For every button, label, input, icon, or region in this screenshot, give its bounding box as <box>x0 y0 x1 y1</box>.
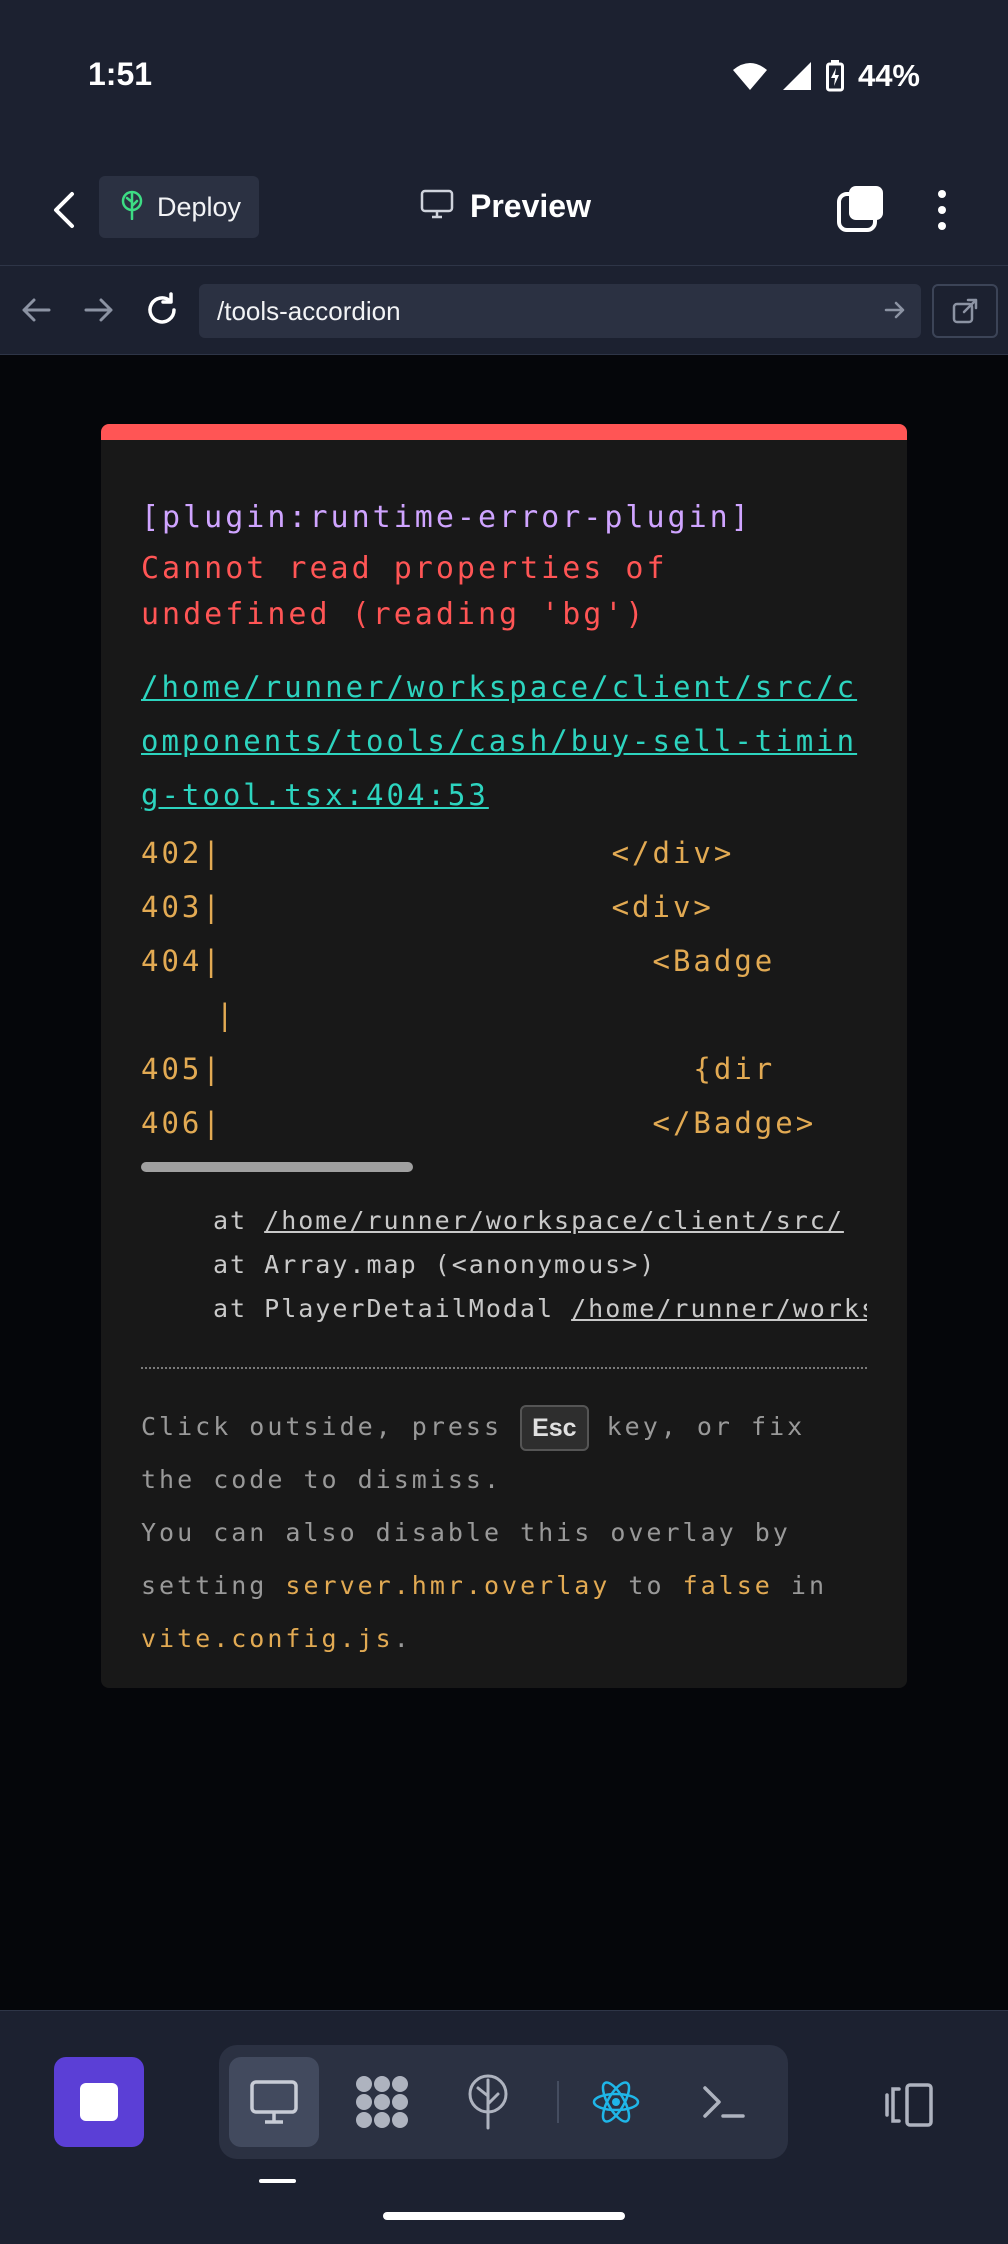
overlay-setting: server.hmr.overlay <box>285 1571 611 1600</box>
code-line: 406| </Badge> <box>141 1106 817 1140</box>
nav-forward-icon[interactable] <box>79 290 119 330</box>
wifi-icon <box>732 61 768 91</box>
tool-group <box>219 2045 788 2159</box>
code-frame[interactable]: 402| </div> 403| <div> 404| <Badge | 405… <box>141 836 867 1154</box>
code-line: | <box>216 998 237 1032</box>
stack-link[interactable]: /home/runner/workspace/client/src/ <box>264 1206 844 1235</box>
panel-toggle-icon[interactable] <box>880 2077 940 2133</box>
code-line: 403| <div> <box>141 890 714 924</box>
open-external-icon[interactable] <box>932 284 998 338</box>
shell-terminal-icon[interactable] <box>679 2057 769 2147</box>
code-scrollbar[interactable] <box>141 1162 413 1172</box>
go-arrow-icon[interactable] <box>883 298 907 327</box>
react-icon[interactable] <box>571 2057 661 2147</box>
error-file-link[interactable]: /home/runner/workspace/client/src/compon… <box>141 660 871 822</box>
home-indicator[interactable] <box>383 2212 625 2220</box>
status-icons: 44% <box>732 56 920 96</box>
url-input[interactable]: /tools-accordion <box>199 284 921 338</box>
overlay-value: false <box>682 1571 773 1600</box>
page-title: Preview <box>470 187 591 224</box>
battery-charging-icon <box>825 60 844 92</box>
error-message: Cannot read properties of undefined (rea… <box>141 551 668 632</box>
deploy-tree-icon <box>119 190 145 225</box>
top-chrome: 1:51 44% Deploy Preview /tools-accordion <box>0 0 1008 355</box>
nav-back-icon[interactable] <box>16 290 56 330</box>
preview-title: Preview <box>420 182 591 230</box>
error-overlay[interactable]: [plugin:runtime-error-plugin] Cannot rea… <box>101 424 907 1688</box>
code-line: 402| </div> <box>141 836 735 870</box>
stop-icon <box>80 2083 118 2121</box>
divider <box>141 1367 867 1369</box>
battery-percent: 44% <box>857 58 920 93</box>
more-vertical-icon[interactable] <box>922 180 962 240</box>
workflows-icon[interactable] <box>337 2057 427 2147</box>
esc-key: Esc <box>520 1405 589 1451</box>
tool-separator <box>557 2081 559 2123</box>
status-time: 1:51 <box>88 56 153 92</box>
deploy-icon[interactable] <box>443 2057 533 2147</box>
stop-button[interactable] <box>54 2057 144 2147</box>
tabs-icon[interactable] <box>836 184 888 236</box>
active-tool-indicator <box>259 2179 296 2183</box>
monitor-icon <box>420 189 454 224</box>
stack-line: at /home/runner/workspace/client/src/ <box>213 1206 844 1235</box>
code-line: 405| {dir <box>141 1052 776 1086</box>
status-bar: 1:51 44% <box>0 0 1008 150</box>
preview-monitor-icon[interactable] <box>229 2057 319 2147</box>
stack-line: at Array.map (<anonymous>) <box>213 1250 657 1279</box>
config-file: vite.config.js <box>141 1624 394 1653</box>
deploy-button[interactable]: Deploy <box>99 176 259 238</box>
signal-icon <box>782 61 812 91</box>
stack-link[interactable]: /home/runner/workspace <box>571 1294 867 1323</box>
back-arrow-icon[interactable] <box>40 186 88 234</box>
stack-trace: at /home/runner/workspace/client/src/ at… <box>213 1206 867 1346</box>
url-text: /tools-accordion <box>217 295 401 326</box>
dismiss-tip: Click outside, press Esc key, or fix the… <box>141 1400 871 1665</box>
plugin-name: [plugin:runtime-error-plugin] <box>141 500 752 535</box>
app-bar: Deploy Preview <box>0 160 1008 266</box>
reload-icon[interactable] <box>142 290 182 330</box>
stack-line: at PlayerDetailModal /home/runner/worksp… <box>213 1294 867 1338</box>
code-line: 404| <Badge <box>141 944 776 978</box>
deploy-label: Deploy <box>157 191 242 222</box>
url-bar-row: /tools-accordion <box>0 265 1008 355</box>
bottom-toolbar <box>0 2010 1008 2244</box>
